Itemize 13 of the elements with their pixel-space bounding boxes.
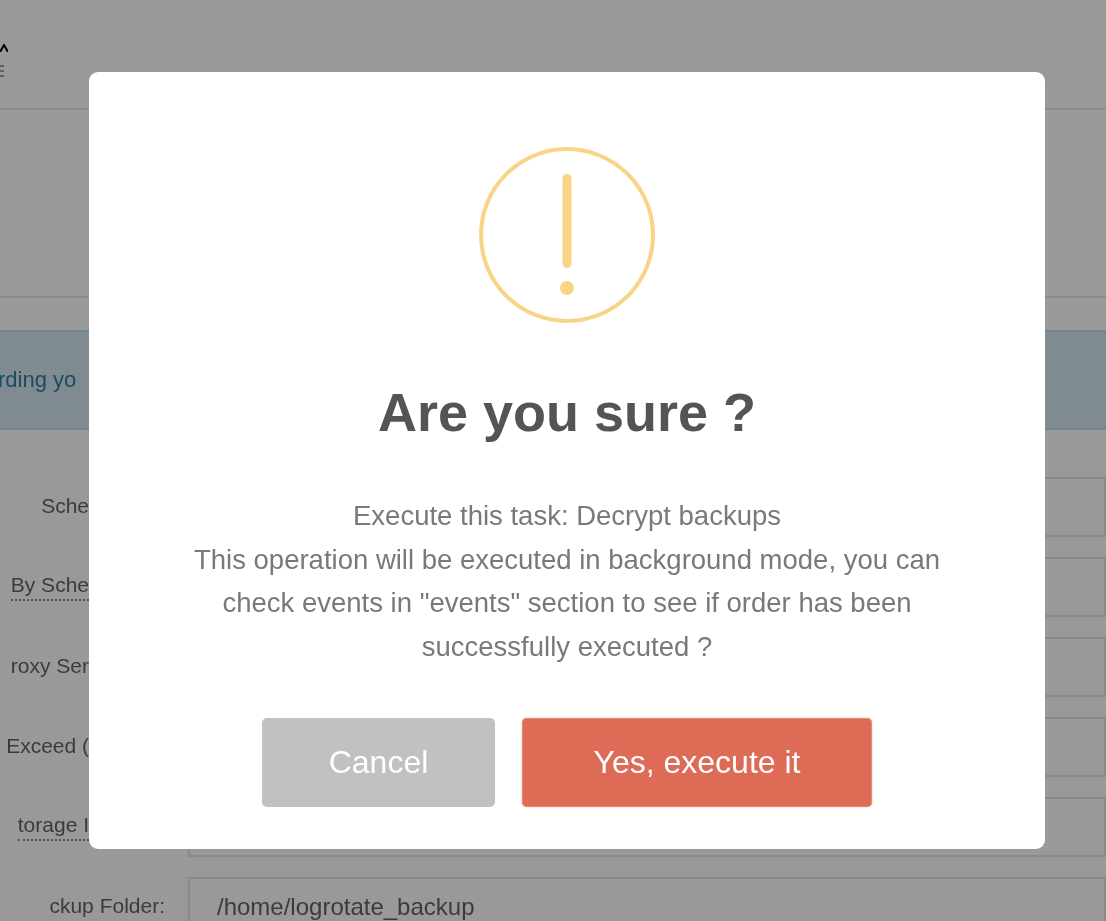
dialog-title: Are you sure ?	[377, 381, 757, 444]
cancel-button[interactable]: Cancel	[262, 718, 495, 807]
field-label: ckup Folder:	[49, 894, 165, 919]
dialog-message: Execute this task: Decrypt backups	[352, 499, 782, 533]
field-label: roxy Ser	[10, 654, 89, 679]
field-label: Exceed (	[6, 734, 89, 759]
banner-text: rding yo	[0, 367, 77, 393]
caret-icon[interactable]	[0, 44, 8, 52]
dialog-message: This operation will be executed in background mode, you can check events in "events" section to see if order has been successfully executed ?	[193, 542, 941, 664]
field-label: Sche	[41, 494, 89, 519]
input-field[interactable]: /home/logrotate_backup	[188, 877, 1106, 921]
warning-icon	[478, 146, 656, 324]
confirm-button[interactable]: Yes, execute it	[522, 718, 872, 807]
